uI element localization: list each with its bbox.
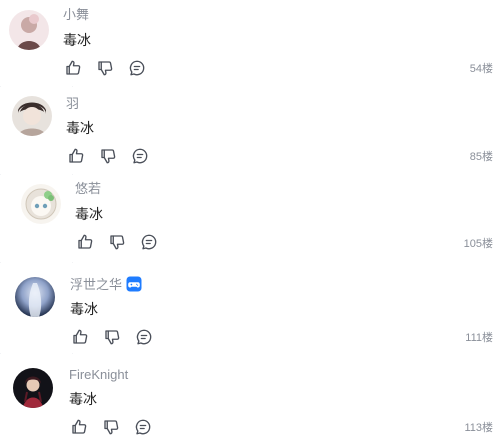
comment-actions: [70, 327, 166, 347]
comment-actions: [66, 146, 162, 166]
divider: [0, 262, 130, 263]
username[interactable]: 悠若: [75, 181, 101, 197]
comment-actions: [63, 58, 159, 78]
comment-icon[interactable]: [133, 417, 153, 437]
thumbs-up-icon[interactable]: [63, 58, 83, 78]
username[interactable]: 羽: [66, 96, 79, 112]
floor-number: 113楼: [464, 422, 493, 434]
thumbs-down-icon[interactable]: [107, 232, 127, 252]
comment-icon[interactable]: [139, 232, 159, 252]
username-text[interactable]: 浮世之华: [70, 277, 122, 292]
avatar[interactable]: [21, 184, 61, 224]
floor-number: 85楼: [469, 151, 493, 163]
username[interactable]: 小舞: [63, 7, 89, 23]
thumbs-down-icon[interactable]: [102, 327, 122, 347]
comment-text: 毒冰: [70, 301, 98, 317]
floor-number: 111楼: [465, 332, 493, 344]
avatar[interactable]: [15, 277, 55, 317]
divider: [0, 86, 130, 87]
avatar[interactable]: [9, 10, 49, 50]
comment-icon[interactable]: [134, 327, 154, 347]
gamepad-badge-icon: [126, 276, 142, 292]
username[interactable]: 浮世之华: [70, 276, 142, 293]
comment-text: 毒冰: [69, 391, 97, 407]
avatar[interactable]: [13, 368, 53, 408]
comment-actions: [69, 417, 165, 437]
thumbs-down-icon[interactable]: [95, 58, 115, 78]
comment-item: 小舞 毒冰 54楼: [0, 0, 500, 88]
floor-number: 54楼: [469, 63, 493, 75]
floor-number: 105楼: [463, 238, 493, 250]
comment-icon[interactable]: [127, 58, 147, 78]
avatar[interactable]: [12, 96, 52, 136]
comment-actions: [75, 232, 171, 252]
divider: [0, 353, 130, 354]
comment-item: 浮世之华 毒冰 111楼: [0, 266, 500, 354]
comment-item: FireKnight 毒冰 113楼: [0, 356, 500, 444]
comment-text: 毒冰: [66, 120, 94, 136]
comment-text: 毒冰: [63, 32, 91, 48]
comment-text: 毒冰: [75, 206, 103, 222]
thumbs-up-icon[interactable]: [69, 417, 89, 437]
thumbs-up-icon[interactable]: [75, 232, 95, 252]
thumbs-down-icon[interactable]: [101, 417, 121, 437]
comment-item: 悠若 毒冰 105楼: [0, 176, 500, 264]
divider: [0, 174, 130, 175]
username[interactable]: FireKnight: [69, 367, 128, 383]
comment-item: 羽 毒冰 85楼: [0, 88, 500, 176]
thumbs-up-icon[interactable]: [70, 327, 90, 347]
comment-icon[interactable]: [130, 146, 150, 166]
thumbs-up-icon[interactable]: [66, 146, 86, 166]
thumbs-down-icon[interactable]: [98, 146, 118, 166]
